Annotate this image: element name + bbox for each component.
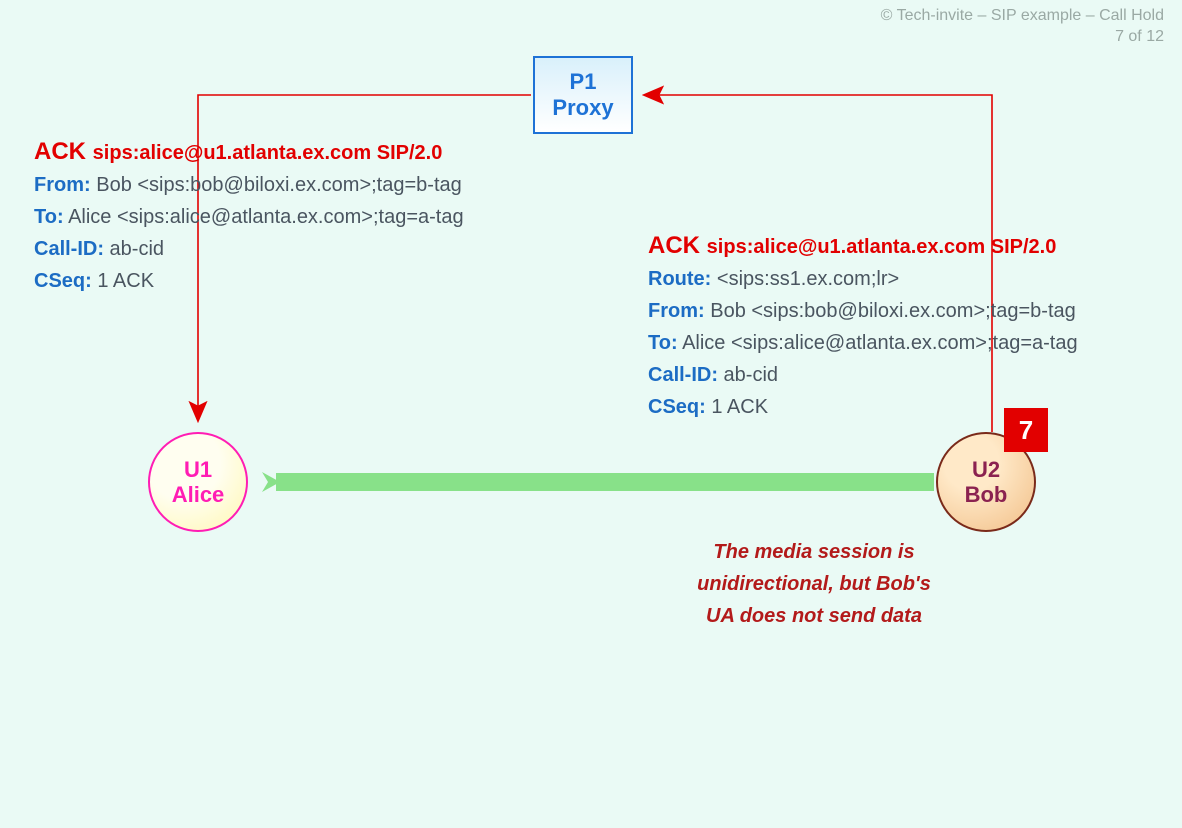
sip-left-method: ACK — [34, 138, 86, 165]
sip-left-request-line: ACK sips:alice@u1.atlanta.ex.com SIP/2.0 — [34, 136, 534, 169]
sip-right-callid-val: ab-cid — [718, 364, 778, 386]
sip-right-callid: Call-ID: ab-cid — [648, 359, 1168, 391]
sip-right-callid-key: Call-ID: — [648, 364, 718, 386]
proxy-label-1: P1 — [570, 69, 597, 95]
sip-left-cseq-val: 1 ACK — [92, 270, 154, 292]
sip-left-uri: sips:alice@u1.atlanta.ex.com SIP/2.0 — [93, 142, 443, 164]
alice-node: U1 Alice — [148, 432, 248, 532]
sip-left-cseq: CSeq: 1 ACK — [34, 265, 534, 297]
proxy-node: P1 Proxy — [533, 56, 633, 134]
sip-right-route: Route: <sips:ss1.ex.com;lr> — [648, 263, 1168, 295]
proxy-label-2: Proxy — [552, 95, 613, 121]
sip-right-request-line: ACK sips:alice@u1.atlanta.ex.com SIP/2.0 — [648, 230, 1168, 263]
sip-left-from-val: Bob <sips:bob@biloxi.ex.com>;tag=b-tag — [91, 174, 462, 196]
sip-left-callid: Call-ID: ab-cid — [34, 233, 534, 265]
sip-right-method: ACK — [648, 232, 700, 259]
sip-left-cseq-key: CSeq: — [34, 270, 92, 292]
alice-label-1: U1 — [184, 457, 212, 482]
sip-right-from-val: Bob <sips:bob@biloxi.ex.com>;tag=b-tag — [705, 300, 1076, 322]
attribution-line1: © Tech-invite – SIP example – Call Hold — [881, 7, 1164, 24]
sip-right-cseq-val: 1 ACK — [706, 396, 768, 418]
sip-left-to-val: Alice <sips:alice@atlanta.ex.com>;tag=a-… — [64, 206, 464, 228]
sip-right-uri: sips:alice@u1.atlanta.ex.com SIP/2.0 — [707, 236, 1057, 258]
sip-right-cseq: CSeq: 1 ACK — [648, 391, 1168, 423]
attribution-line2: 7 of 12 — [881, 27, 1164, 48]
sip-msg-right: ACK sips:alice@u1.atlanta.ex.com SIP/2.0… — [648, 230, 1168, 423]
sip-right-to-val: Alice <sips:alice@atlanta.ex.com>;tag=a-… — [678, 332, 1078, 354]
bob-label-2: Bob — [965, 482, 1008, 507]
sip-left-callid-key: Call-ID: — [34, 238, 104, 260]
sip-right-to-key: To: — [648, 332, 678, 354]
media-note: The media session is unidirectional, but… — [684, 536, 944, 632]
sip-right-route-key: Route: — [648, 268, 711, 290]
sip-left-to: To: Alice <sips:alice@atlanta.ex.com>;ta… — [34, 201, 534, 233]
sip-right-route-val: <sips:ss1.ex.com;lr> — [711, 268, 899, 290]
sip-left-to-key: To: — [34, 206, 64, 228]
attribution: © Tech-invite – SIP example – Call Hold … — [881, 6, 1164, 48]
alice-label-2: Alice — [172, 482, 225, 507]
sip-right-cseq-key: CSeq: — [648, 396, 706, 418]
sip-right-from: From: Bob <sips:bob@biloxi.ex.com>;tag=b… — [648, 295, 1168, 327]
sip-left-from: From: Bob <sips:bob@biloxi.ex.com>;tag=b… — [34, 169, 534, 201]
sip-left-from-key: From: — [34, 174, 91, 196]
sip-left-callid-val: ab-cid — [104, 238, 164, 260]
sip-right-from-key: From: — [648, 300, 705, 322]
sip-right-to: To: Alice <sips:alice@atlanta.ex.com>;ta… — [648, 327, 1168, 359]
bob-label-1: U2 — [972, 457, 1000, 482]
sip-msg-left: ACK sips:alice@u1.atlanta.ex.com SIP/2.0… — [34, 136, 534, 297]
